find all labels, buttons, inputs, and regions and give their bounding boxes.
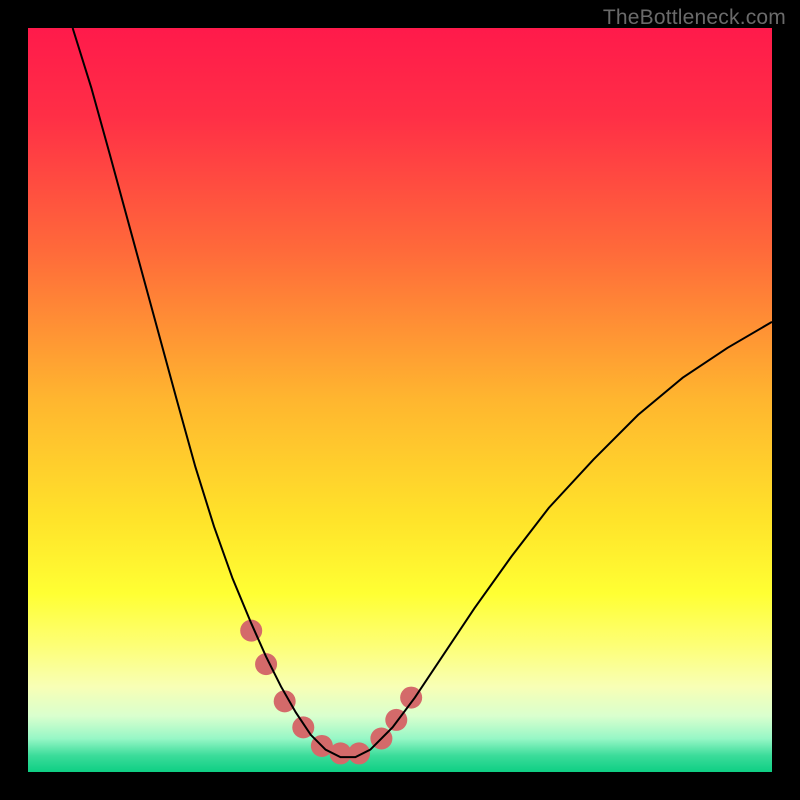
- bottleneck-curve: [73, 28, 772, 757]
- chart-frame: TheBottleneck.com: [0, 0, 800, 800]
- watermark-text: TheBottleneck.com: [603, 6, 786, 30]
- highlight-dots: [240, 620, 422, 765]
- highlight-dot: [348, 742, 370, 764]
- curve-layer: [28, 28, 772, 772]
- plot-area: [28, 28, 772, 772]
